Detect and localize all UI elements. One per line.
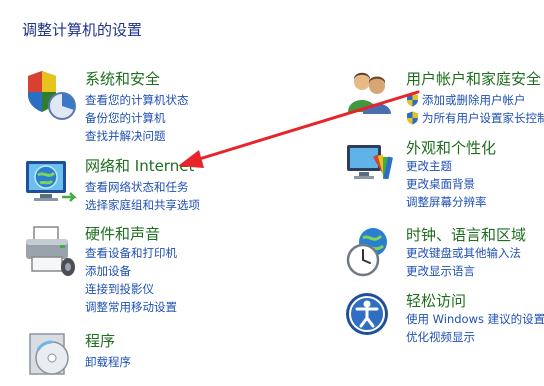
link-optimize-visual-display[interactable]: 优化视频显示 xyxy=(406,329,475,345)
globe-monitor-icon[interactable] xyxy=(22,155,78,211)
uac-shield-icon xyxy=(406,93,419,107)
link-troubleshoot[interactable]: 查找并解决问题 xyxy=(85,128,166,144)
category-title-hardware-sound[interactable]: 硬件和声音 xyxy=(85,223,160,244)
link-windows-recommended-settings[interactable]: 使用 Windows 建议的设置 xyxy=(406,311,544,327)
disc-icon[interactable] xyxy=(22,330,78,386)
page-title: 调整计算机的设置 xyxy=(22,21,143,39)
link-add-remove-accounts-label: 添加或删除用户帐户 xyxy=(422,93,526,107)
link-parental-controls[interactable]: 为所有用户设置家长控制 xyxy=(406,110,544,126)
link-devices-printers[interactable]: 查看设备和打印机 xyxy=(85,245,177,261)
link-add-device[interactable]: 添加设备 xyxy=(85,263,131,279)
category-title-network-internet[interactable]: 网络和 Internet xyxy=(85,155,194,176)
link-homegroup-sharing[interactable]: 选择家庭组和共享选项 xyxy=(85,197,200,213)
link-screen-resolution[interactable]: 调整屏幕分辨率 xyxy=(406,194,487,210)
category-title-programs[interactable]: 程序 xyxy=(85,330,115,351)
link-change-theme[interactable]: 更改主题 xyxy=(406,158,452,174)
link-mobility-settings[interactable]: 调整常用移动设置 xyxy=(85,299,177,315)
link-backup-computer[interactable]: 备份您的计算机 xyxy=(85,110,166,126)
link-add-remove-accounts[interactable]: 添加或删除用户帐户 xyxy=(406,92,526,108)
accessibility-icon[interactable] xyxy=(343,290,399,346)
link-view-network-status[interactable]: 查看网络状态和任务 xyxy=(85,179,189,195)
category-title-user-accounts[interactable]: 用户帐户和家庭安全 xyxy=(406,68,541,89)
link-change-display-language[interactable]: 更改显示语言 xyxy=(406,263,475,279)
clock-globe-icon[interactable] xyxy=(343,224,399,280)
uac-shield-icon xyxy=(406,111,419,125)
link-change-input-method[interactable]: 更改键盘或其他输入法 xyxy=(406,245,521,261)
printer-icon[interactable] xyxy=(22,223,78,279)
category-title-ease-of-access[interactable]: 轻松访问 xyxy=(406,290,466,311)
link-connect-projector[interactable]: 连接到投影仪 xyxy=(85,281,154,297)
link-parental-controls-label: 为所有用户设置家长控制 xyxy=(422,111,544,125)
category-title-system-security[interactable]: 系统和安全 xyxy=(85,68,160,89)
monitor-palette-icon[interactable] xyxy=(343,137,399,193)
link-desktop-background[interactable]: 更改桌面背景 xyxy=(406,176,475,192)
category-title-appearance[interactable]: 外观和个性化 xyxy=(406,137,496,158)
shield-chart-icon[interactable] xyxy=(22,68,78,124)
link-view-computer-status[interactable]: 查看您的计算机状态 xyxy=(85,92,189,108)
category-title-clock-language-region[interactable]: 时钟、语言和区域 xyxy=(406,224,526,245)
two-users-icon[interactable] xyxy=(343,68,399,124)
